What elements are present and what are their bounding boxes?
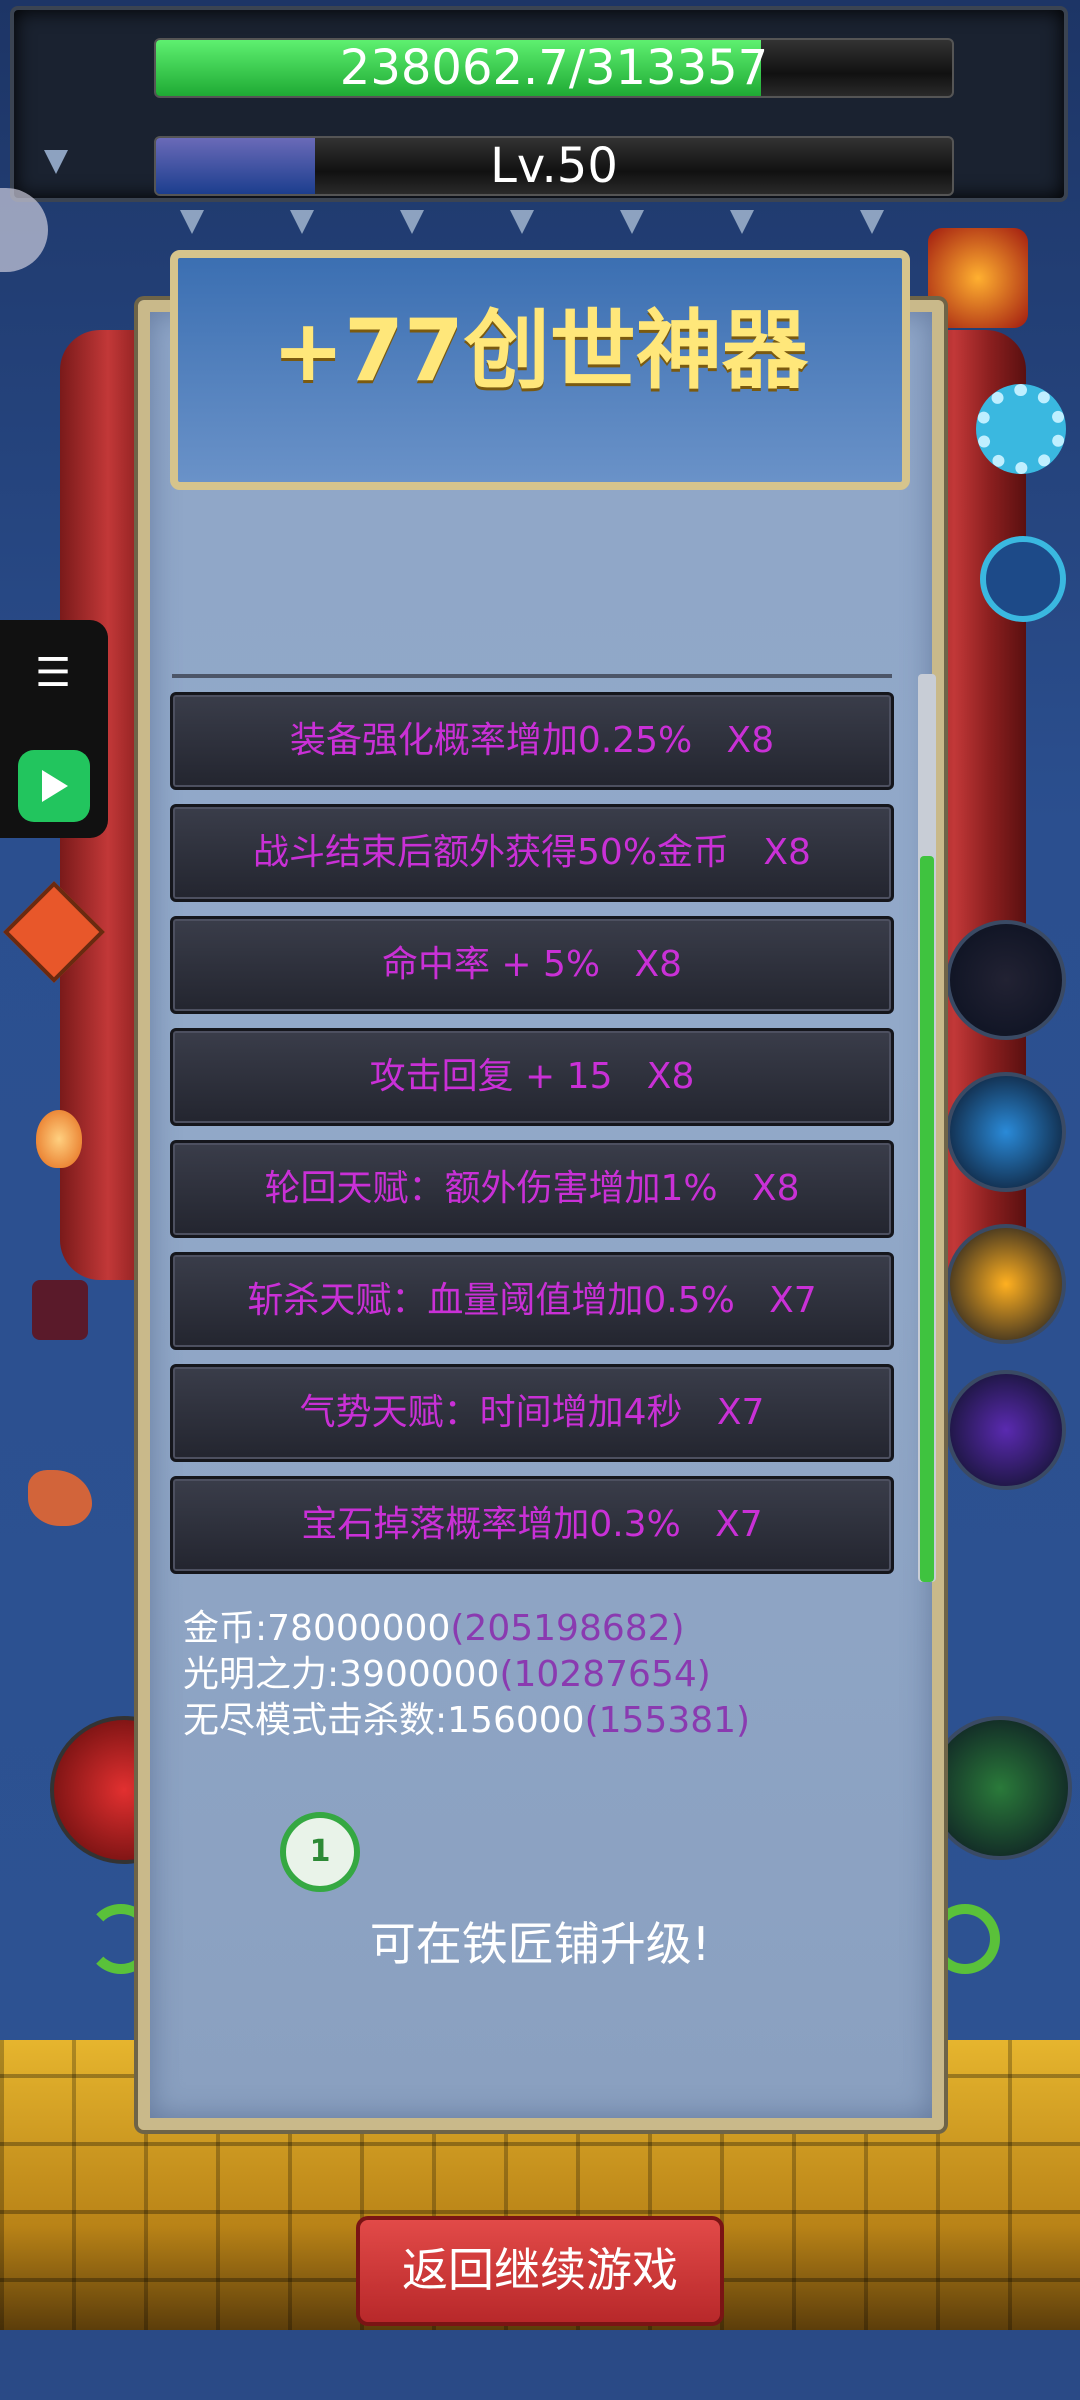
demon-mask-icon[interactable] bbox=[32, 1280, 88, 1340]
attribute-text: 气势天赋：时间增加4秒 X7 bbox=[299, 1392, 765, 1433]
attribute-row: 斩杀天赋：血量阈值增加0.5% X7 bbox=[170, 1252, 894, 1350]
attribute-row: 攻击回复 + 15 X8 bbox=[170, 1028, 894, 1126]
background-bottom bbox=[0, 2330, 1080, 2400]
ice-skill-button[interactable] bbox=[946, 1072, 1066, 1192]
attribute-text: 攻击回复 + 15 X8 bbox=[369, 1056, 695, 1097]
dark-skill-button[interactable] bbox=[946, 1370, 1066, 1490]
hp-bar: 238062.7/313357 bbox=[154, 38, 954, 98]
endless-kills-stat: 无尽模式击杀数:156000(155381) bbox=[183, 1700, 751, 1741]
attribute-list[interactable]: 装备强化概率增加0.25% X8 战斗结束后额外获得50%金币 X8 命中率 +… bbox=[170, 692, 894, 1588]
skill-icon[interactable] bbox=[980, 536, 1066, 622]
return-to-game-button[interactable]: 返回继续游戏 bbox=[356, 2216, 724, 2326]
level-text: Lv.50 bbox=[490, 138, 618, 194]
arrow-decoration-icon bbox=[180, 210, 204, 234]
attribute-text: 装备强化概率增加0.25% X8 bbox=[289, 720, 775, 761]
skill-slot-button[interactable] bbox=[946, 920, 1066, 1040]
scrollbar-thumb[interactable] bbox=[920, 856, 934, 1582]
artifact-title: +77创世神器 bbox=[272, 301, 808, 401]
attribute-row: 轮回天赋：额外伤害增加1% X8 bbox=[170, 1140, 894, 1238]
light-power-stat: 光明之力:3900000(10287654) bbox=[183, 1654, 711, 1695]
attribute-row: 宝石掉落概率增加0.3% X7 bbox=[170, 1476, 894, 1574]
step-badge: 1 bbox=[280, 1812, 360, 1892]
top-hud: 238062.7/313357 Lv.50 bbox=[10, 6, 1068, 202]
arrow-decoration-icon bbox=[620, 210, 644, 234]
attribute-row: 命中率 + 5% X8 bbox=[170, 916, 894, 1014]
attribute-text: 宝石掉落概率增加0.3% X7 bbox=[301, 1504, 763, 1545]
flame-skill-button[interactable] bbox=[946, 1224, 1066, 1344]
attribute-row: 气势天赋：时间增加4秒 X7 bbox=[170, 1364, 894, 1462]
attribute-text: 轮回天赋：额外伤害增加1% X8 bbox=[264, 1168, 800, 1209]
arrow-decoration-icon bbox=[290, 210, 314, 234]
list-divider bbox=[172, 674, 892, 678]
settings-gear-icon[interactable] bbox=[976, 384, 1066, 474]
requirement-stats: 金币:78000000(205198682) 光明之力:3900000(1028… bbox=[183, 1606, 750, 1744]
attribute-row: 装备强化概率增加0.25% X8 bbox=[170, 692, 894, 790]
attribute-text: 斩杀天赋：血量阈值增加0.5% X7 bbox=[247, 1280, 817, 1321]
arrow-decoration-icon bbox=[44, 150, 68, 174]
arrow-decoration-icon bbox=[400, 210, 424, 234]
fire-gem-icon[interactable] bbox=[36, 1110, 82, 1168]
arrow-decoration-icon bbox=[860, 210, 884, 234]
attribute-row: 战斗结束后额外获得50%金币 X8 bbox=[170, 804, 894, 902]
video-play-icon[interactable] bbox=[18, 750, 90, 822]
attribute-text: 战斗结束后额外获得50%金币 X8 bbox=[253, 832, 811, 873]
upgrade-hint: 可在铁匠铺升级! bbox=[369, 1917, 711, 1971]
arrow-decoration-icon bbox=[510, 210, 534, 234]
hp-text: 238062.7/313357 bbox=[339, 40, 769, 96]
arrow-decoration-icon bbox=[730, 210, 754, 234]
heal-skill-button[interactable] bbox=[928, 1716, 1072, 1860]
attribute-text: 命中率 + 5% X8 bbox=[381, 944, 683, 985]
menu-icon[interactable]: ☰ bbox=[28, 648, 78, 698]
gold-stat: 金币:78000000(205198682) bbox=[183, 1608, 685, 1649]
side-toolbar: ☰ bbox=[0, 620, 108, 838]
exp-bar: Lv.50 bbox=[154, 136, 954, 196]
